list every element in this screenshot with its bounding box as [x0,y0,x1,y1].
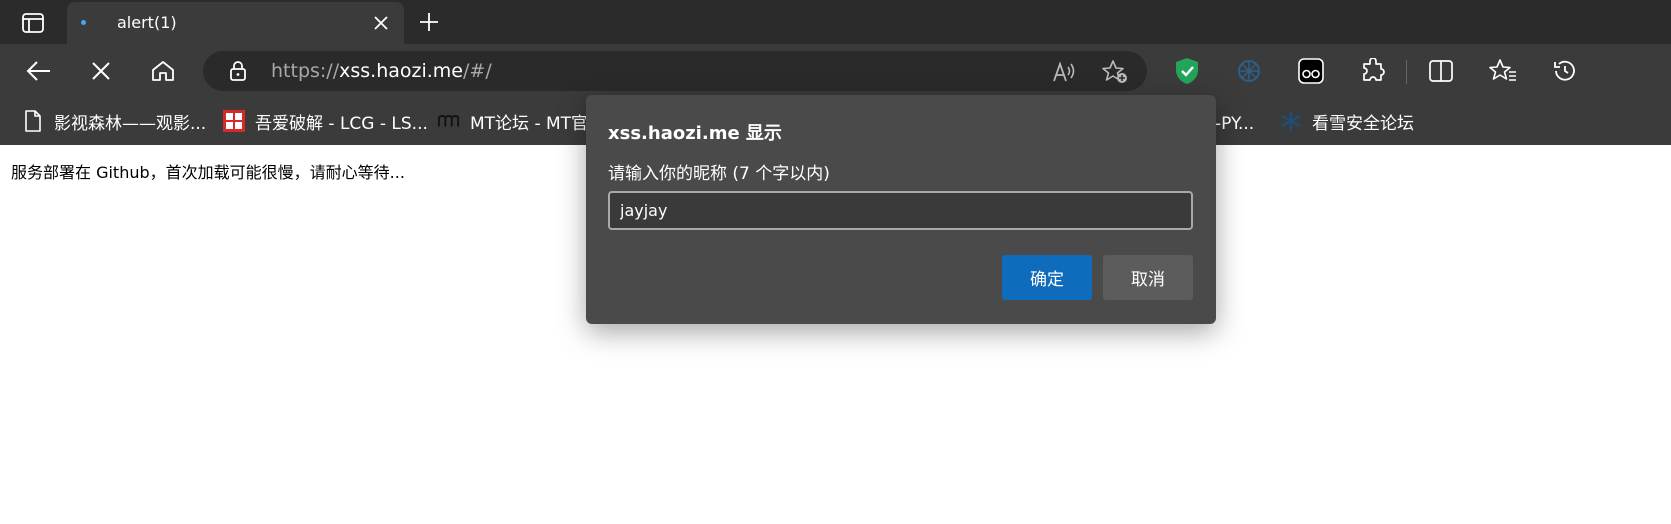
toolbar: https://xss.haozi.me/#/ [0,44,1671,98]
site-logo-icon [223,110,245,132]
history-icon[interactable] [1550,56,1580,86]
read-aloud-icon[interactable] [1051,59,1077,85]
split-screen-icon[interactable] [1426,56,1456,86]
bookmark-label: 看雪安全论坛 [1312,113,1414,134]
add-favorite-icon[interactable] [1101,59,1127,85]
stop-loading-icon[interactable] [84,54,118,88]
tab-loading-icon [81,20,86,25]
dialog-title: xss.haozi.me 显示 [608,123,782,144]
ok-button[interactable]: 确定 [1002,255,1092,300]
tab-title: alert(1) [117,13,177,32]
shield-extension-icon[interactable] [1172,56,1202,86]
address-bar[interactable]: https://xss.haozi.me/#/ [203,51,1147,91]
toolbar-separator [1406,60,1407,84]
mt-logo-icon [438,110,460,132]
url-path: /#/ [463,60,492,82]
lock-icon[interactable] [227,60,249,82]
back-icon[interactable] [22,54,56,88]
tab-active[interactable]: alert(1) [67,2,404,44]
url-host: xss.haozi.me [339,60,463,82]
bookmark-item[interactable]: 影视森林——观影... [22,106,206,136]
prompt-dialog: xss.haozi.me 显示 请输入你的昵称 (7 个字以内) 确定 取消 [586,95,1216,324]
bookmark-item[interactable]: MT论坛 - MT官 [438,106,588,136]
dialog-message: 请输入你的昵称 (7 个字以内) [608,164,830,184]
home-icon[interactable] [146,54,180,88]
favorites-icon[interactable] [1488,56,1518,86]
page-icon [22,110,44,132]
tab-strip: alert(1) [0,0,1671,44]
tab-actions-icon[interactable] [18,10,48,36]
tampermonkey-icon[interactable] [1296,56,1326,86]
kanxue-logo-icon [1280,110,1302,132]
bookmark-label: 影视森林——观影... [54,113,207,134]
cancel-button[interactable]: 取消 [1103,255,1193,300]
bookmark-item[interactable]: 看雪安全论坛 [1280,106,1414,136]
loading-message: 服务部署在 Github，首次加载可能很慢，请耐心等待... [11,163,405,182]
bookmark-label: MT论坛 - MT官 [470,113,589,134]
url-scheme: https:// [271,60,340,82]
extensions-icon[interactable] [1358,56,1388,86]
new-tab-icon[interactable] [414,7,444,37]
bookmark-label: 吾爱破解 - LCG - LS... [255,113,428,134]
bookmark-item[interactable]: 吾爱破解 - LCG - LS... [223,106,428,136]
url-text[interactable]: https://xss.haozi.me/#/ [271,60,492,82]
close-tab-icon[interactable] [368,10,394,36]
nickname-input[interactable] [608,191,1193,230]
network-extension-icon[interactable] [1234,56,1264,86]
